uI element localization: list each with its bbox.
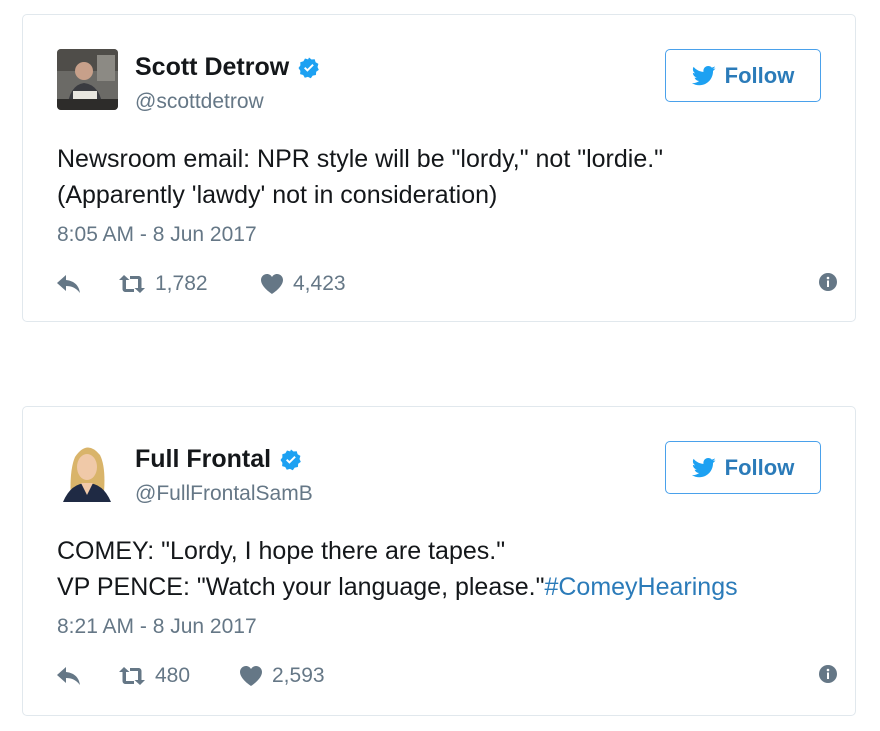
tweet-text: Newsroom email: NPR style will be "lordy…: [57, 141, 817, 213]
tweet-actions: 1,782 4,423: [57, 269, 837, 299]
display-name[interactable]: Scott Detrow: [135, 53, 321, 82]
retweet-count: 480: [155, 664, 191, 687]
heart-icon: [261, 274, 283, 294]
verified-badge-icon: [298, 57, 319, 78]
reply-icon: [57, 275, 80, 293]
tweet-text-line: (Apparently 'lawdy' not in consideration…: [57, 181, 498, 209]
avatar[interactable]: [57, 49, 118, 110]
like-count: 4,423: [293, 272, 346, 295]
tweet-text: COMEY: "Lordy, I hope there are tapes." …: [57, 533, 817, 605]
follow-button[interactable]: Follow: [665, 49, 821, 102]
user-handle[interactable]: @scottdetrow: [135, 90, 264, 114]
reply-button[interactable]: [57, 667, 119, 685]
retweet-icon: [119, 667, 145, 685]
tweet-timestamp[interactable]: 8:05 AM - 8 Jun 2017: [57, 223, 257, 247]
user-handle[interactable]: @FullFrontalSamB: [135, 482, 313, 506]
twitter-bird-icon: [691, 65, 716, 85]
follow-label[interactable]: Follow: [725, 63, 795, 89]
retweet-button[interactable]: 480: [119, 664, 240, 688]
display-name-text[interactable]: Full Frontal: [135, 445, 271, 474]
retweet-count: 1,782: [155, 272, 208, 295]
display-name[interactable]: Full Frontal: [135, 445, 303, 474]
hashtag-link[interactable]: #ComeyHearings: [544, 573, 737, 601]
tweet-actions: 480 2,593: [57, 661, 837, 691]
like-button[interactable]: 4,423: [261, 272, 346, 296]
info-icon[interactable]: [819, 273, 837, 291]
reply-button[interactable]: [57, 275, 119, 293]
tweet-card: Scott Detrow @scottdetrow Follow Newsroo…: [22, 14, 856, 322]
tweet-timestamp[interactable]: 8:21 AM - 8 Jun 2017: [57, 615, 257, 639]
like-button[interactable]: 2,593: [240, 664, 325, 688]
like-count: 2,593: [272, 664, 325, 687]
tweet-text-line: COMEY: "Lordy, I hope there are tapes.": [57, 537, 506, 565]
retweet-button[interactable]: 1,782: [119, 272, 261, 296]
follow-button[interactable]: Follow: [665, 441, 821, 494]
retweet-icon: [119, 275, 145, 293]
heart-icon: [240, 666, 262, 686]
reply-icon: [57, 667, 80, 685]
display-name-text[interactable]: Scott Detrow: [135, 53, 289, 82]
twitter-bird-icon: [691, 457, 716, 477]
follow-label[interactable]: Follow: [725, 455, 795, 481]
tweet-text-line: VP PENCE: "Watch your language, please."…: [57, 569, 817, 605]
tweet-text-segment: VP PENCE: "Watch your language, please.": [57, 573, 545, 601]
verified-badge-icon: [280, 449, 301, 470]
tweet-text-line: Newsroom email: NPR style will be "lordy…: [57, 145, 664, 173]
info-icon[interactable]: [819, 665, 837, 683]
tweet-card: Full Frontal @FullFrontalSamB Follow COM…: [22, 406, 856, 716]
avatar[interactable]: [57, 441, 118, 502]
